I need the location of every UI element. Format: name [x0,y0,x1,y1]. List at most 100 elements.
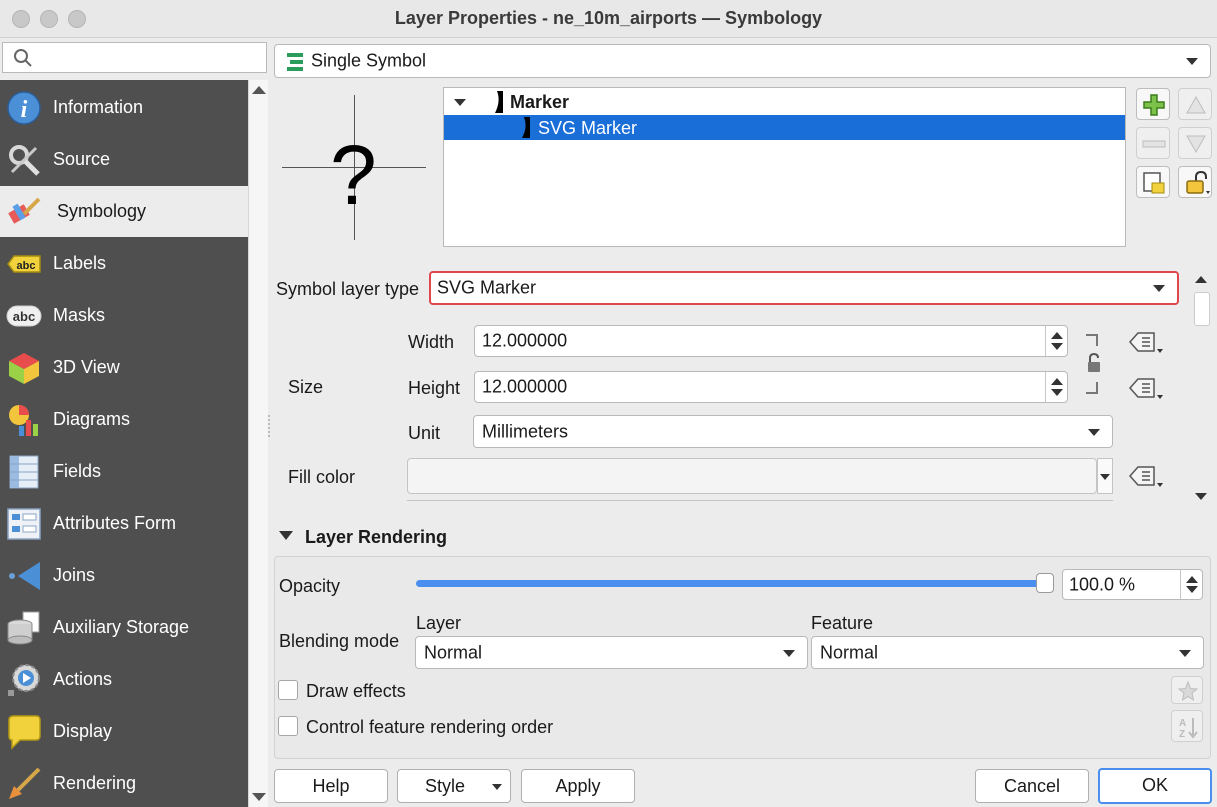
sidebar-item-source[interactable]: Source [0,134,248,185]
width-value: 12.000000 [482,330,568,351]
sidebar-item-symbology[interactable]: Symbology [0,186,248,237]
sidebar-item-label: Labels [53,253,107,273]
chevron-down-icon [783,649,795,657]
arrow-down-icon [1186,135,1206,154]
blend-layer-select[interactable]: Normal [415,636,808,669]
blend-layer-label: Layer [416,613,462,633]
sidebar-item-display[interactable]: Display [0,706,248,757]
scroll-up-icon[interactable] [252,86,266,94]
control-rendering-order-label: Control feature rendering order [306,717,554,737]
tools-icon [9,145,40,176]
scroll-down-icon[interactable] [252,793,266,801]
sidebar-item-label: Actions [53,669,113,689]
style-button[interactable]: Style [397,769,511,803]
unit-select[interactable]: Millimeters [473,415,1113,448]
sidebar-item-actions[interactable]: Actions [0,654,248,705]
remove-symbol-layer-button[interactable] [1136,127,1170,159]
collapse-arrow-icon[interactable] [279,531,293,540]
settings-scrollbar[interactable] [1192,272,1212,506]
sidebar-item-label: Auxiliary Storage [53,617,190,637]
unit-value: Millimeters [482,421,569,441]
height-data-defined-button[interactable] [1128,374,1164,402]
width-input[interactable]: 12.000000 [474,325,1068,357]
title-bar: Layer Properties - ne_10m_airports — Sym… [0,0,1217,38]
sidebar-scrollbar[interactable] [248,80,268,807]
sidebar-item-3d-view[interactable]: 3D View [0,342,248,393]
width-stepper[interactable] [1045,326,1067,356]
slider-handle[interactable] [1036,573,1054,593]
sidebar-item-auxiliary-storage[interactable]: Auxiliary Storage [0,602,248,653]
sidebar-item-rendering[interactable]: Rendering [0,758,248,807]
scroll-thumb[interactable] [1194,292,1210,326]
speech-bubble-icon [8,715,41,750]
chevron-down-icon [1186,58,1198,65]
chevron-down-icon [492,784,502,790]
rendering-order-settings-button[interactable]: AZ [1171,710,1203,742]
sidebar-item-information[interactable]: i Information [0,82,248,133]
tree-row-marker[interactable]: Marker [444,90,1125,114]
control-rendering-order-checkbox[interactable] [278,716,298,736]
height-value: 12.000000 [482,376,568,397]
sidebar-item-diagrams[interactable]: Diagrams [0,394,248,445]
draw-effects-checkbox[interactable] [278,680,298,700]
cancel-button[interactable]: Cancel [975,769,1089,803]
width-data-defined-button[interactable] [1128,328,1164,356]
renderer-type-select[interactable]: Single Symbol [274,44,1211,78]
symbol-layer-type-select[interactable]: SVG Marker [429,271,1179,305]
expand-arrow-icon[interactable] [454,99,466,106]
duplicate-symbol-layer-button[interactable] [1136,166,1170,198]
opacity-input[interactable]: 100.0 % [1062,569,1203,600]
size-label: Size [288,377,324,397]
sidebar-item-label: Joins [53,565,96,585]
ok-button[interactable]: OK [1098,768,1212,804]
fill-color-label: Fill color [288,467,356,487]
splitter-handle[interactable] [268,415,272,437]
lock-layer-button[interactable] [1178,166,1212,198]
scroll-down-icon[interactable] [1195,493,1207,500]
svg-text:abc: abc [17,260,36,272]
sidebar-item-fields[interactable]: Fields [0,446,248,497]
unlock-icon [1186,170,1210,194]
scroll-up-icon[interactable] [1195,276,1207,283]
width-label: Width [408,332,455,352]
diagram-icon [9,405,38,436]
height-label: Height [408,378,461,398]
effects-settings-button[interactable] [1171,676,1203,704]
sort-order-icon: AZ [1179,718,1198,739]
fill-color-dropdown[interactable] [1097,458,1113,494]
fields-icon [9,455,39,489]
abc-mask-icon: abc [6,305,42,327]
joins-icon [9,562,40,590]
star-icon [1178,681,1198,701]
sidebar-item-label: Display [53,721,113,741]
opacity-stepper[interactable] [1180,570,1202,599]
layer-rendering-header[interactable]: Layer Rendering [305,527,447,548]
aspect-lock-button[interactable] [1086,334,1100,394]
style-button-label: Style [425,776,466,796]
sidebar-item-labels[interactable]: abc Labels [0,238,248,289]
sidebar-item-masks[interactable]: abc Masks [0,290,248,341]
symbol-layer-tree[interactable]: Marker SVG Marker [443,87,1126,247]
height-input[interactable]: 12.000000 [474,371,1068,403]
sidebar-item-joins[interactable]: Joins [0,550,248,601]
opacity-slider[interactable] [416,573,1056,593]
apply-button[interactable]: Apply [521,769,635,803]
move-up-button[interactable] [1178,88,1212,120]
add-symbol-layer-button[interactable] [1136,88,1170,120]
fill-color-data-defined-button[interactable] [1128,462,1164,490]
fill-color-button[interactable] [407,458,1097,494]
height-stepper[interactable] [1045,372,1067,402]
move-down-button[interactable] [1178,127,1212,159]
sidebar-item-attributes-form[interactable]: Attributes Form [0,498,248,549]
sidebar-item-label: Masks [53,305,106,325]
marker-symbol-icon [477,91,503,113]
blend-feature-select[interactable]: Normal [811,636,1204,669]
data-defined-icon [1128,332,1163,353]
paintbrush-icon [8,197,41,224]
single-symbol-icon [287,53,303,71]
help-button[interactable]: Help [274,769,388,803]
tree-row-svg-marker[interactable]: SVG Marker [444,115,1125,140]
svg-text:i: i [21,97,28,123]
actions-icon [8,664,40,696]
search-input[interactable] [2,42,267,73]
